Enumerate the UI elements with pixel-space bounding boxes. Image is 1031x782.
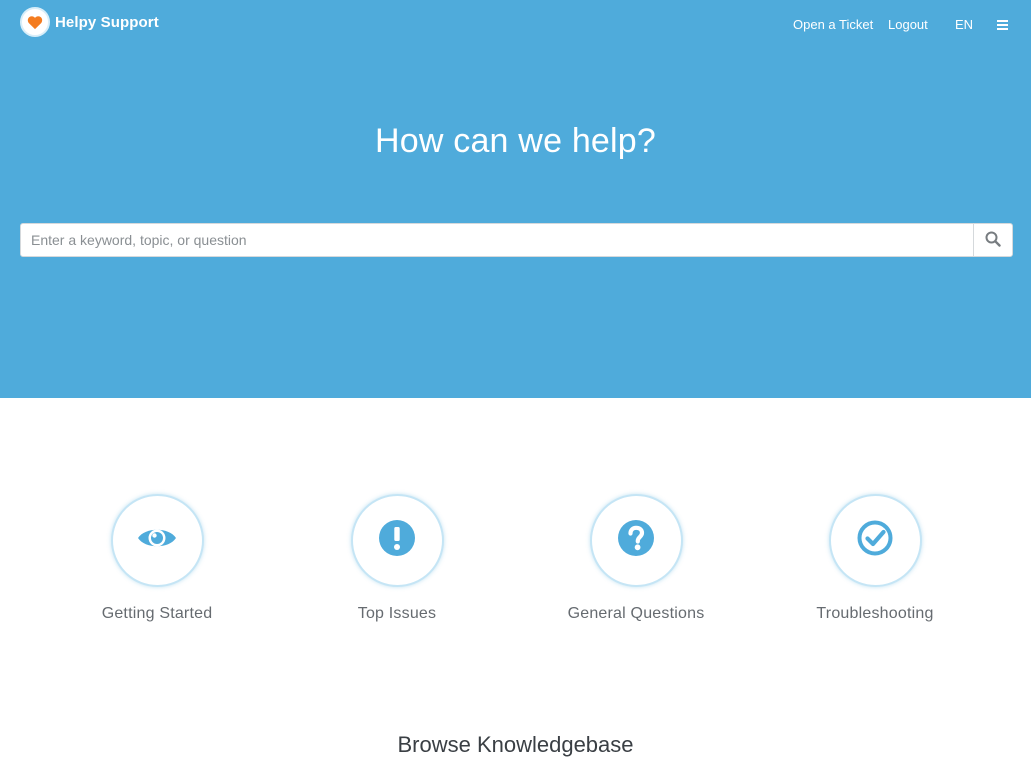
category-circle	[350, 494, 444, 587]
hero-banner: Helpy Support Open a Ticket Logout EN Ho…	[0, 0, 1031, 398]
category-list: Getting Started Top Issues General Quest…	[0, 494, 1031, 634]
check-circle-icon	[856, 519, 894, 562]
category-troubleshooting[interactable]: Troubleshooting	[775, 494, 975, 623]
hero-title: How can we help?	[374, 122, 657, 160]
category-label: Getting Started	[101, 605, 213, 622]
question-icon	[617, 519, 655, 562]
category-getting-started[interactable]: Getting Started	[57, 494, 257, 623]
category-general-questions[interactable]: General Questions	[536, 494, 736, 623]
exclamation-icon	[378, 519, 416, 562]
eye-icon	[136, 523, 178, 558]
category-label: Troubleshooting	[816, 605, 934, 622]
knowledgebase-title: Browse Knowledgebase	[397, 732, 634, 757]
hamburger-menu-icon[interactable]	[997, 20, 1008, 30]
top-nav: Open a Ticket Logout EN	[0, 17, 1031, 35]
search-icon	[985, 231, 1001, 250]
category-label: General Questions	[567, 605, 705, 622]
language-selector[interactable]: EN	[955, 17, 973, 32]
category-circle	[589, 494, 683, 587]
category-circle	[828, 494, 922, 587]
search-form	[20, 223, 1013, 257]
search-button[interactable]	[973, 224, 1012, 256]
search-input[interactable]	[21, 224, 973, 256]
category-circle	[110, 494, 204, 587]
category-label: Top Issues	[357, 605, 437, 622]
category-top-issues[interactable]: Top Issues	[297, 494, 497, 623]
logout-link[interactable]: Logout	[888, 17, 928, 32]
open-ticket-link[interactable]: Open a Ticket	[793, 17, 873, 32]
